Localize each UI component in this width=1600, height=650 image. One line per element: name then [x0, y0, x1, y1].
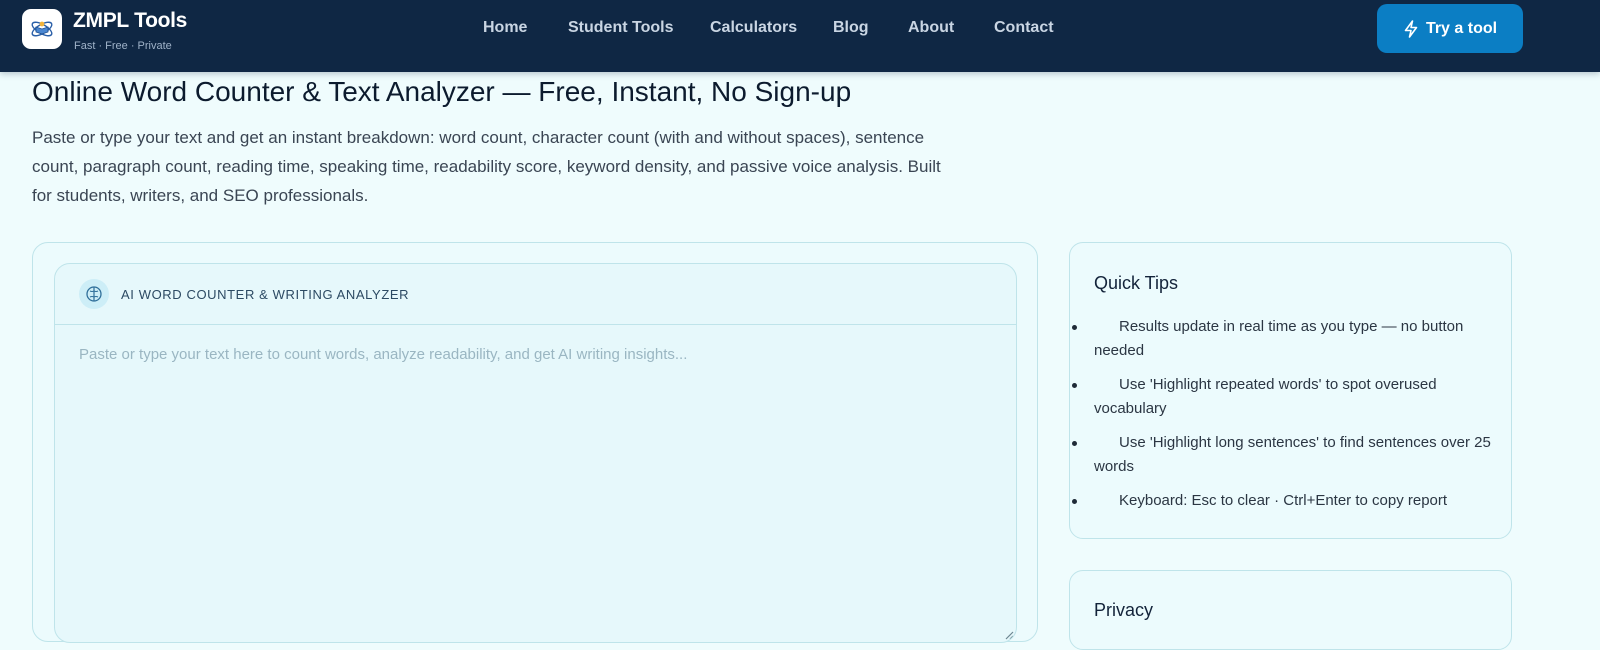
quick-tips-title: Quick Tips: [1094, 273, 1179, 293]
privacy-card: Privacy: [1069, 570, 1512, 650]
main-nav: Home Student Tools Calculators Blog Abou…: [0, 0, 1600, 58]
try-a-tool-button[interactable]: Try a tool: [1377, 4, 1523, 53]
brain-icon-badge: [79, 279, 109, 309]
tip-text: Use 'Highlight repeated words' to spot o…: [1094, 376, 1437, 417]
bullet-icon: [1072, 383, 1077, 388]
bullet-icon: [1072, 325, 1077, 330]
analyzer-header: AI Word Counter & Writing Analyzer: [55, 264, 1016, 325]
list-item: Keyboard: Esc to clear · Ctrl+Enter to c…: [1072, 489, 1494, 513]
quick-tips-list: Results update in real time as you type …: [1072, 315, 1494, 523]
tip-text: Use 'Highlight long sentences' to find s…: [1094, 434, 1491, 475]
page-description: Paste or type your text and get an insta…: [32, 128, 941, 205]
text-input-area[interactable]: [55, 326, 1016, 642]
tip-text: Keyboard: Esc to clear · Ctrl+Enter to c…: [1119, 492, 1448, 509]
list-item: Use 'Highlight long sentences' to find s…: [1072, 431, 1494, 479]
resize-handle-icon[interactable]: [1004, 630, 1014, 640]
nav-item-calculators[interactable]: Calculators: [710, 19, 797, 37]
nav-item-home[interactable]: Home: [483, 19, 527, 37]
bullet-icon: [1072, 499, 1077, 504]
analyzer-editor-panel: AI Word Counter & Writing Analyzer: [54, 263, 1017, 643]
nav-item-about[interactable]: About: [908, 19, 954, 37]
page-title: Online Word Counter & Text Analyzer — Fr…: [32, 76, 852, 107]
top-navigation-bar: ZMPL Tools Fast · Free · Private Home St…: [0, 0, 1600, 72]
lightning-bolt-icon: [1404, 19, 1418, 38]
nav-item-student-tools[interactable]: Student Tools: [568, 19, 673, 37]
analyzer-title: AI Word Counter & Writing Analyzer: [121, 286, 410, 302]
try-a-tool-label: Try a tool: [1425, 19, 1498, 37]
quick-tips-card: Quick Tips Results update in real time a…: [1069, 242, 1512, 539]
tip-text: Results update in real time as you type …: [1094, 318, 1464, 359]
privacy-title: Privacy: [1094, 600, 1154, 620]
list-item: Results update in real time as you type …: [1072, 315, 1494, 363]
nav-item-blog[interactable]: Blog: [833, 19, 869, 37]
analyzer-card: AI Word Counter & Writing Analyzer: [32, 242, 1038, 643]
bullet-icon: [1072, 441, 1077, 446]
brain-icon: [86, 286, 102, 302]
nav-item-contact[interactable]: Contact: [994, 19, 1054, 37]
list-item: Use 'Highlight repeated words' to spot o…: [1072, 373, 1494, 421]
